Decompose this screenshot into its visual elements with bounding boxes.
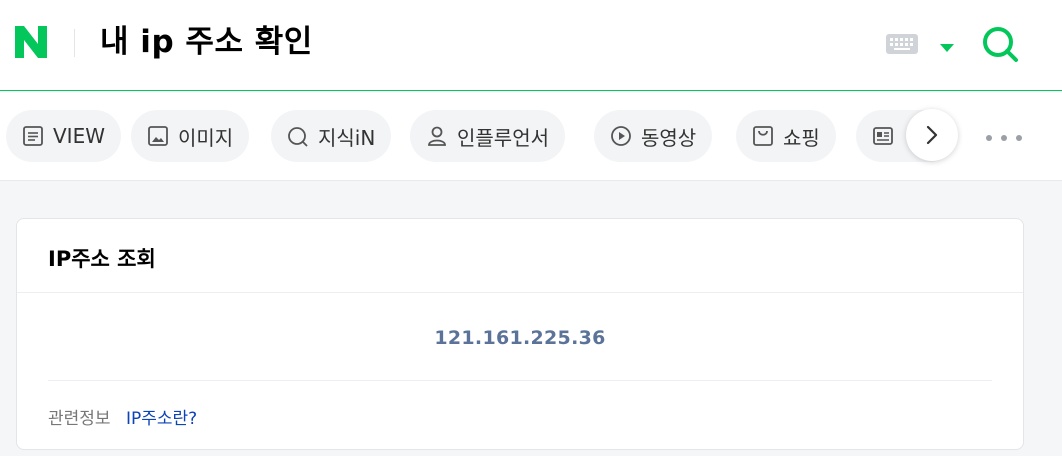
tab-label: VIEW — [53, 124, 105, 148]
tab-video[interactable]: 동영상 — [594, 110, 713, 162]
header-divider — [74, 29, 75, 57]
search-button[interactable] — [980, 24, 1020, 64]
play-icon — [610, 125, 632, 147]
tab-view[interactable]: VIEW — [6, 110, 121, 162]
ip-lookup-card: IP주소 조회 121.161.225.36 관련정보 IP주소란? — [16, 218, 1024, 450]
what-is-ip-link[interactable]: IP주소란? — [126, 409, 197, 429]
tab-knowledge-in[interactable]: 지식iN — [271, 110, 392, 162]
tab-label: 인플루언서 — [457, 125, 549, 150]
tabs-next-button[interactable] — [906, 109, 958, 161]
tab-shopping[interactable]: 쇼핑 — [736, 110, 836, 162]
caret-down-icon[interactable] — [939, 38, 955, 52]
naver-logo[interactable] — [13, 24, 49, 60]
document-icon — [22, 125, 44, 147]
person-icon — [426, 125, 448, 147]
ip-address-value: 121.161.225.36 — [434, 327, 606, 349]
related-info-label: 관련정보 — [48, 409, 111, 429]
search-query-input[interactable]: 내 ip 주소 확인 — [100, 22, 313, 62]
image-icon — [147, 125, 169, 147]
tab-label: 지식iN — [318, 125, 376, 150]
shopping-bag-icon — [752, 125, 774, 147]
search-header: 내 ip 주소 확인 — [0, 0, 1062, 91]
tab-label: 이미지 — [178, 125, 234, 150]
tab-label: 쇼핑 — [783, 125, 820, 150]
tab-label: 동영상 — [641, 125, 697, 150]
search-tab-bar: VIEW 이미지 지식iN 인플루언서 동영상 쇼핑 — [0, 92, 1062, 181]
naver-logo-icon — [15, 26, 47, 58]
inner-divider — [48, 380, 992, 381]
keyboard-icon[interactable] — [886, 34, 918, 54]
card-divider — [17, 292, 1023, 293]
tab-images[interactable]: 이미지 — [131, 110, 250, 162]
related-info: 관련정보 IP주소란? — [48, 404, 197, 429]
tab-influencer[interactable]: 인플루언서 — [410, 110, 565, 162]
card-title: IP주소 조회 — [48, 247, 156, 271]
more-dots-icon[interactable] — [986, 130, 1022, 146]
news-icon — [872, 125, 894, 147]
question-icon — [287, 125, 309, 147]
search-icon — [983, 27, 1018, 62]
chevron-right-icon — [926, 125, 938, 145]
